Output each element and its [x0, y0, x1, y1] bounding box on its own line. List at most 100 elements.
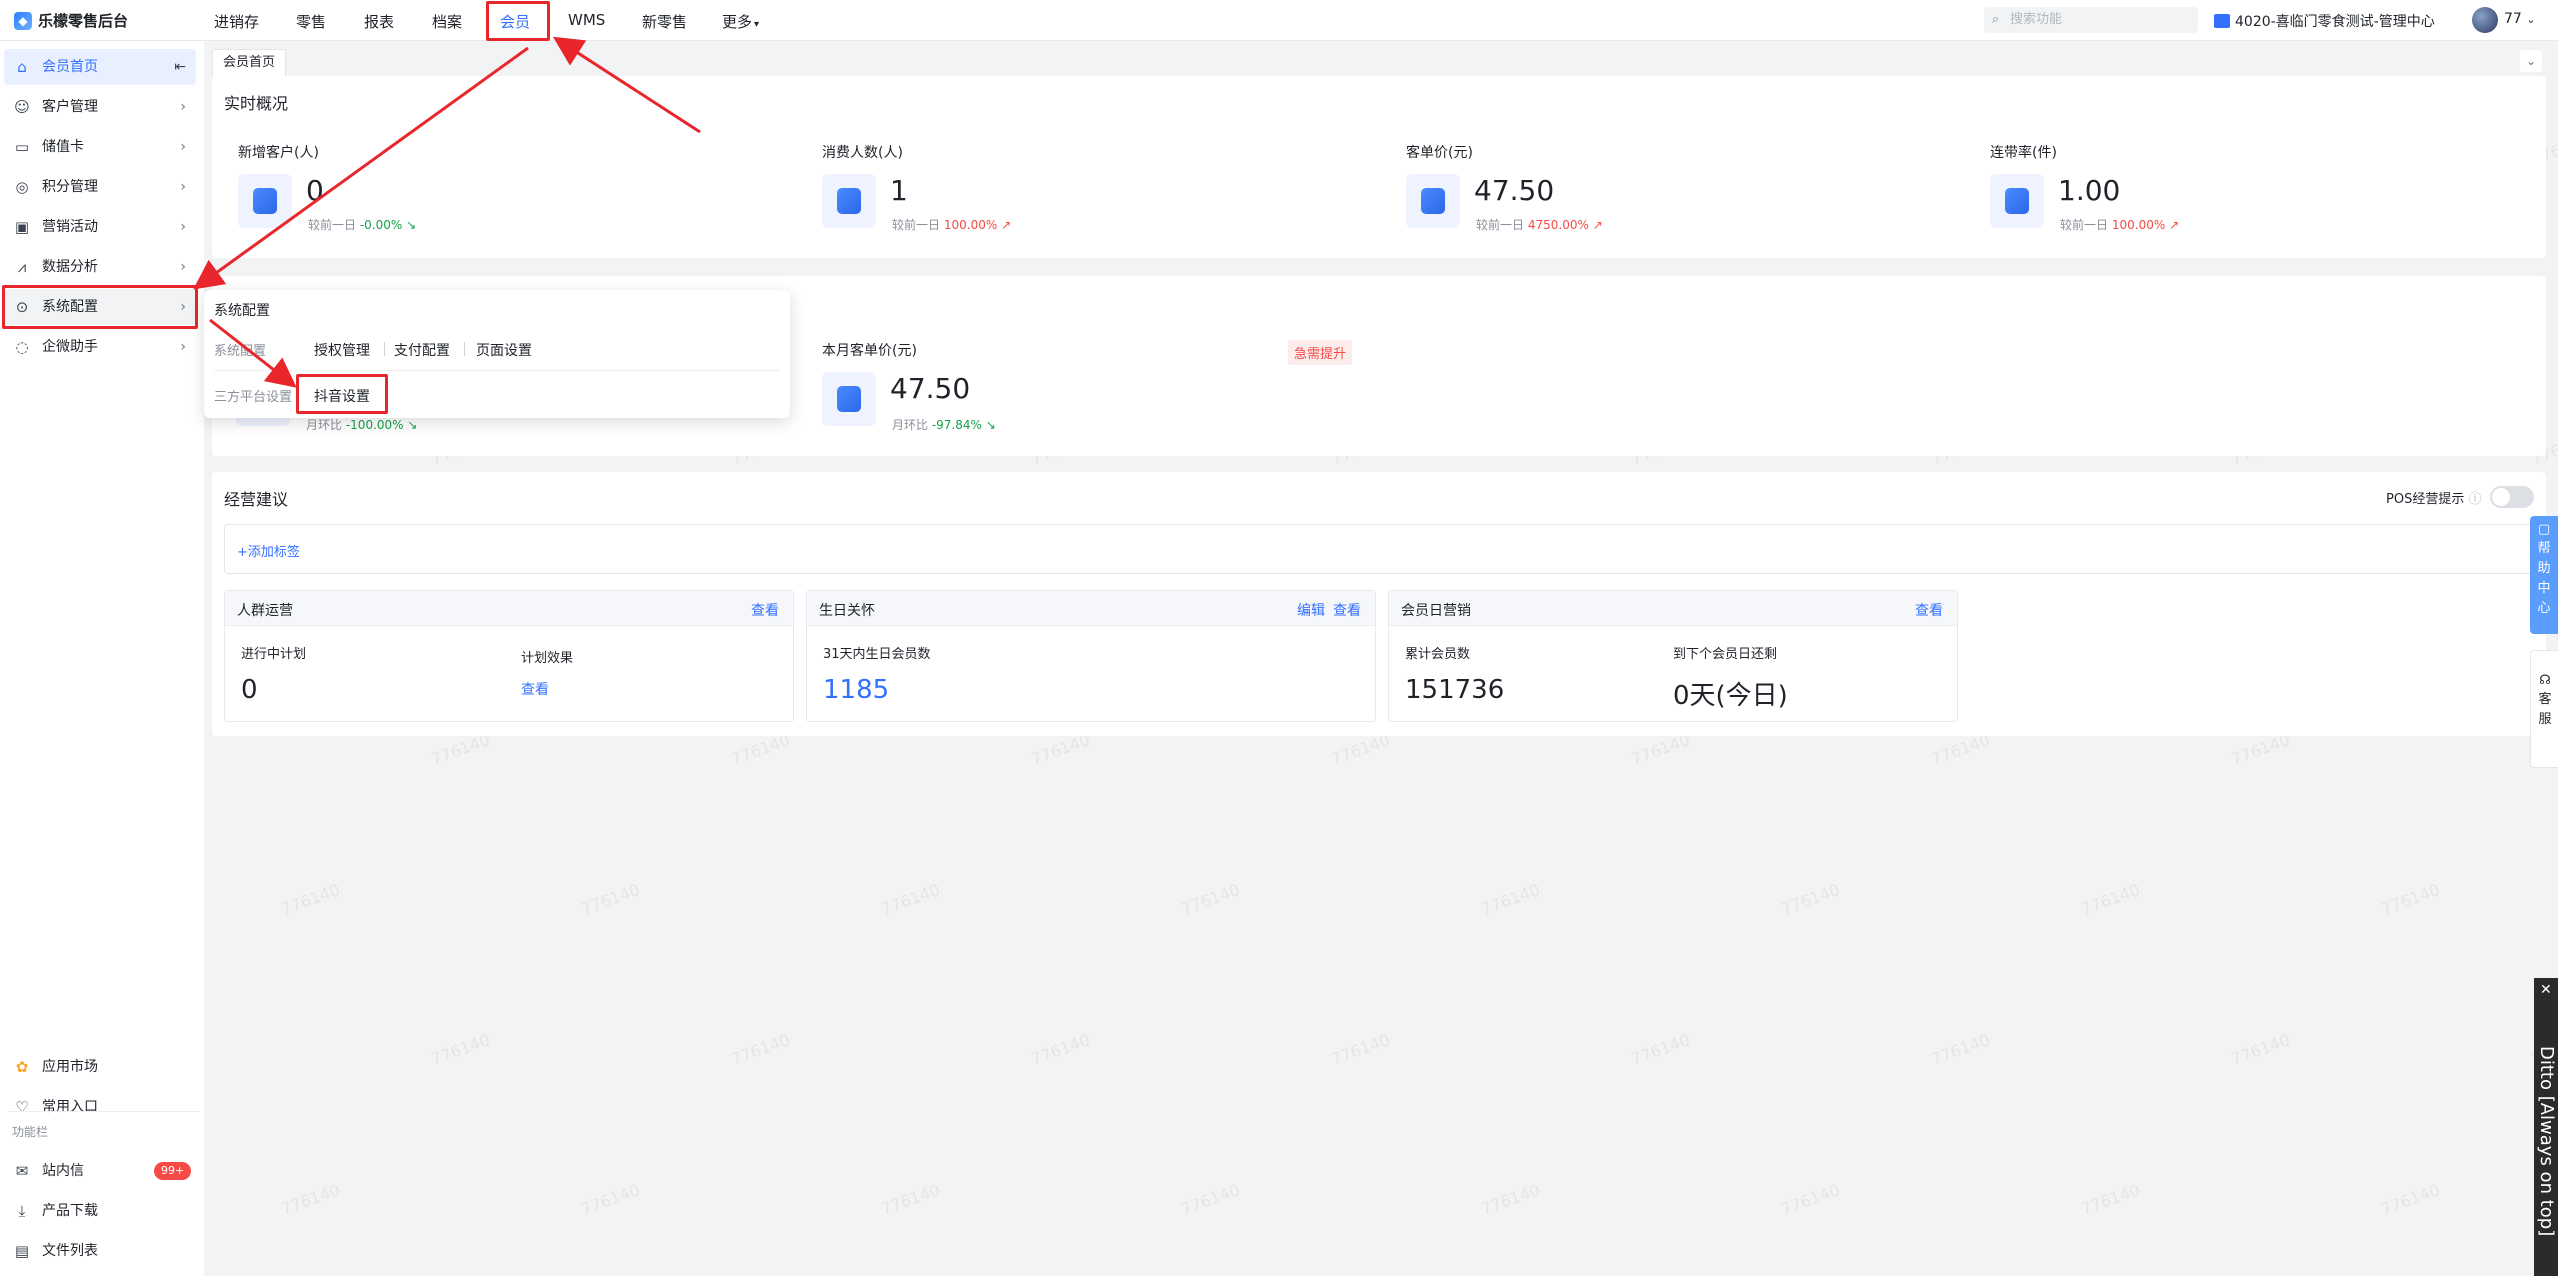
sidebar-item-downloads[interactable]: ⤓ 产品下载 [4, 1193, 196, 1229]
compare-label: 月环比 [306, 418, 343, 432]
sidebar-item-label: 应用市场 [42, 1059, 98, 1075]
sidebar-item-label: 积分管理 [42, 179, 98, 195]
app-logo[interactable]: ◆ 乐檬零售后台 [14, 10, 128, 31]
customer-service-button[interactable]: ☊ 客服 [2530, 650, 2558, 768]
highlight-box-member-nav [486, 1, 550, 41]
chevron-right-icon: › [180, 99, 186, 115]
sidebar-item-member-home[interactable]: ⌂ 会员首页 ⇤ [4, 49, 196, 85]
sidebar-item-wecom[interactable]: ◌ 企微助手 › [4, 329, 196, 365]
view-button[interactable]: 查看 [751, 600, 779, 620]
attach-rate-icon [1990, 174, 2044, 228]
watermark-text: 776140 [1778, 1180, 1843, 1219]
ticket-icon: ▣ [14, 218, 30, 236]
help-center-button[interactable]: ▢ 帮助中心 [2530, 516, 2558, 634]
sidebar-item-stored-card[interactable]: ▭ 储值卡 › [4, 129, 196, 165]
nav-more[interactable]: 更多 ▾ [722, 11, 759, 32]
sidebar-item-marketing[interactable]: ▣ 营销活动 › [4, 209, 196, 245]
watermark-text: 776140 [728, 1030, 793, 1069]
sidebar-item-favorites[interactable]: ♡ 常用入口 [4, 1089, 196, 1125]
sidebar-item-files[interactable]: ▤ 文件列表 [4, 1233, 196, 1269]
nav-new-retail[interactable]: 新零售 [642, 11, 687, 32]
logo-icon: ◆ [14, 11, 32, 30]
sidebar-item-label: 产品下载 [42, 1203, 98, 1219]
sidebar-item-customers[interactable]: ☺ 客户管理 › [4, 89, 196, 125]
metric-label: 连带率(件) [1990, 145, 2057, 161]
auth-management-link[interactable]: 授权管理 [314, 340, 370, 360]
nav-inventory[interactable]: 进销存 [214, 11, 259, 32]
user-icon: ☺ [14, 98, 30, 116]
nav-wms[interactable]: WMS [568, 11, 605, 29]
user-menu[interactable]: 77 ⌄ [2504, 11, 2536, 27]
tabs-dropdown-button[interactable]: ⌄ [2520, 50, 2542, 72]
search-placeholder: 搜索功能 [2010, 12, 2063, 27]
field-value: 0 [241, 675, 258, 705]
sidebar-item-points[interactable]: ◎ 积分管理 › [4, 169, 196, 205]
customer-service-label: 客服 [2538, 692, 2552, 727]
collapse-sidebar-icon[interactable]: ⇤ [174, 49, 186, 85]
field-value[interactable]: 1185 [823, 675, 889, 705]
sidebar-item-label: 常用入口 [42, 1099, 98, 1115]
watermark-text: 776140 [428, 1030, 493, 1069]
card-header: 生日关怀 编辑 查看 [807, 591, 1375, 626]
watermark-text: 776140 [278, 880, 343, 919]
edit-button[interactable]: 编辑 [1297, 600, 1325, 620]
metric-value: 47.50 [1474, 174, 1555, 207]
watermark-text: 776140 [2078, 1180, 2143, 1219]
pos-tip-toggle[interactable] [2490, 486, 2534, 508]
field-label: 到下个会员日还剩 [1673, 647, 1778, 662]
compare-value: 4750.00% [1527, 218, 1589, 232]
sidebar-item-label: 营销活动 [42, 219, 98, 235]
trend-up-icon: ↗ [1592, 218, 1603, 232]
nav-archive[interactable]: 档案 [432, 11, 462, 32]
heart-icon: ♡ [15, 1098, 29, 1116]
tab-member-home[interactable]: 会员首页 [212, 49, 287, 76]
sidebar-item-messages[interactable]: ✉ 站内信 99+ [4, 1153, 196, 1189]
watermark-text: 776140 [1028, 1030, 1093, 1069]
field-label: 累计会员数 [1405, 647, 1471, 662]
chevron-right-icon: › [180, 339, 186, 355]
ditto-window[interactable]: ✕ Ditto [Always on top] [2534, 978, 2558, 1276]
sidebar-item-app-market[interactable]: ✿ 应用市场 [4, 1049, 196, 1085]
chevron-right-icon: › [180, 219, 186, 235]
avg-ticket-icon [1406, 174, 1460, 228]
sidebar-item-label: 储值卡 [42, 139, 84, 155]
section-title: 经营建议 [224, 490, 289, 509]
field-label: 31天内生日会员数 [823, 647, 931, 662]
metric-value: 1.00 [2058, 174, 2121, 207]
watermark-text: 776140 [1178, 1180, 1243, 1219]
sidebar: ⌂ 会员首页 ⇤ ☺ 客户管理 › ▭ 储值卡 › ◎ 积分管理 › ▣ 营销活… [0, 41, 204, 1276]
trend-down-icon: ↘ [406, 218, 417, 232]
sidebar-item-analytics[interactable]: ⩘ 数据分析 › [4, 249, 196, 285]
store-selector[interactable]: 4020-喜临门零食测试-管理中心 [2214, 11, 2435, 31]
monthly-avg-ticket-icon [822, 372, 876, 426]
search-icon: ⌕ [1992, 12, 2000, 27]
avatar[interactable] [2472, 7, 2498, 33]
sidebar-item-label: 站内信 [42, 1163, 84, 1179]
close-icon[interactable]: ✕ [2540, 982, 2552, 998]
chevron-right-icon: › [180, 179, 186, 195]
new-customer-icon [238, 174, 292, 228]
search-input[interactable]: ⌕ 搜索功能 [1984, 7, 2198, 33]
metric-compare: 月环比 -100.00% ↘ [306, 416, 417, 433]
sidebar-item-label: 企微助手 [42, 339, 98, 355]
watermark-text: 776140 [1478, 880, 1543, 919]
view-button[interactable]: 查看 [1333, 600, 1361, 620]
chart-icon: ⩘ [17, 258, 27, 276]
add-tag-button[interactable]: +添加标签 [237, 541, 300, 560]
nav-retail[interactable]: 零售 [296, 11, 326, 32]
plan-effect-view-link[interactable]: 查看 [521, 679, 549, 699]
watermark-text: 776140 [2378, 880, 2443, 919]
page-settings-link[interactable]: 页面设置 [476, 340, 532, 360]
sidebar-item-label: 客户管理 [42, 99, 98, 115]
view-button[interactable]: 查看 [1915, 600, 1943, 620]
help-icon: ▢ [2537, 522, 2551, 537]
pos-tip-label: POS经营提示 ⓘ [2386, 488, 2481, 507]
metric-value: 47.50 [890, 372, 971, 405]
divider [214, 370, 780, 371]
ditto-title: Ditto [Always on top] [2536, 1046, 2557, 1237]
divider [384, 342, 385, 356]
payment-config-link[interactable]: 支付配置 [394, 340, 450, 360]
card-title: 人群运营 [237, 603, 293, 619]
nav-reports[interactable]: 报表 [364, 11, 394, 32]
tag-area: +添加标签 [224, 524, 2542, 574]
